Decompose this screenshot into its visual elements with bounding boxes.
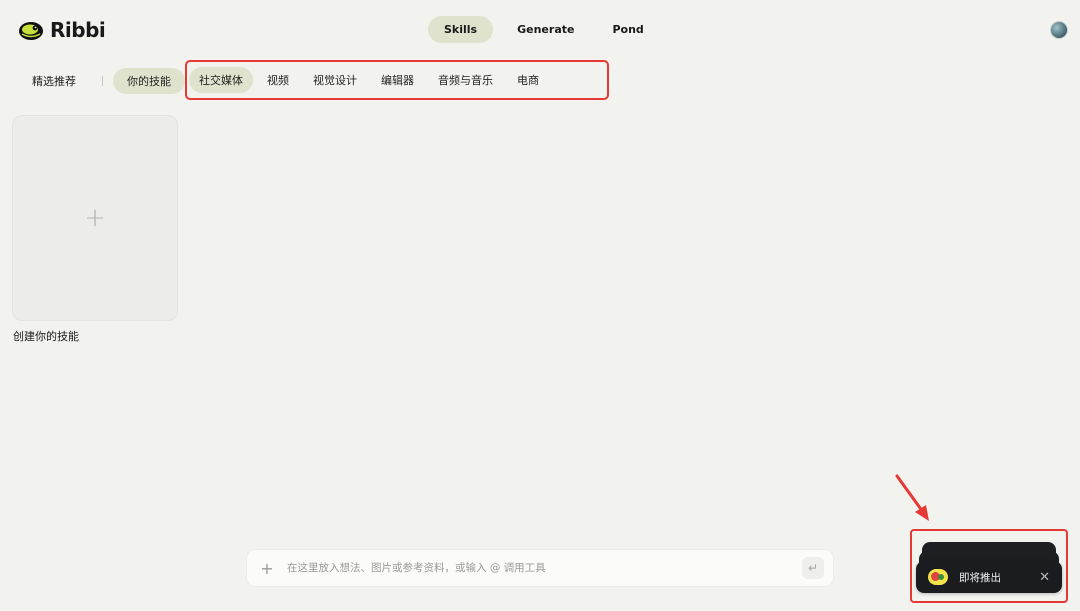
category-video[interactable]: 视频 <box>257 67 299 93</box>
annotation-arrow <box>895 474 929 521</box>
attach-plus-icon[interactable]: + <box>247 559 287 578</box>
filter-your-skills[interactable]: 你的技能 <box>113 68 185 94</box>
tab-skills[interactable]: Skills <box>428 16 494 43</box>
category-filters-highlight: 社交媒体 视频 视觉设计 编辑器 音频与音乐 电商 <box>185 60 609 100</box>
category-editor[interactable]: 编辑器 <box>371 67 424 93</box>
plus-icon: + <box>84 203 106 233</box>
category-audio-music[interactable]: 音频与音乐 <box>428 67 503 93</box>
category-ecommerce[interactable]: 电商 <box>507 67 549 93</box>
toast-highlight-frame <box>910 529 1068 603</box>
tab-pond[interactable]: Pond <box>598 16 657 43</box>
create-skill-card[interactable]: + <box>12 115 178 321</box>
filter-featured[interactable]: 精选推荐 <box>18 68 90 94</box>
create-skill-label: 创建你的技能 <box>13 330 79 343</box>
app-name: Ribbi <box>50 18 106 42</box>
category-visual-design[interactable]: 视觉设计 <box>303 67 367 93</box>
enter-icon[interactable]: ↵ <box>802 557 824 579</box>
prompt-bar: + ↵ <box>246 549 834 587</box>
primary-filters: 精选推荐 你的技能 <box>18 68 185 94</box>
prompt-input[interactable] <box>287 562 802 574</box>
category-social-media[interactable]: 社交媒体 <box>189 67 253 93</box>
frog-logo-icon <box>19 22 43 40</box>
user-avatar[interactable] <box>1050 21 1068 39</box>
filter-divider <box>102 76 103 86</box>
tab-generate[interactable]: Generate <box>503 16 588 43</box>
app-logo[interactable]: Ribbi <box>18 18 106 42</box>
top-nav: Skills Generate Pond <box>428 16 658 43</box>
